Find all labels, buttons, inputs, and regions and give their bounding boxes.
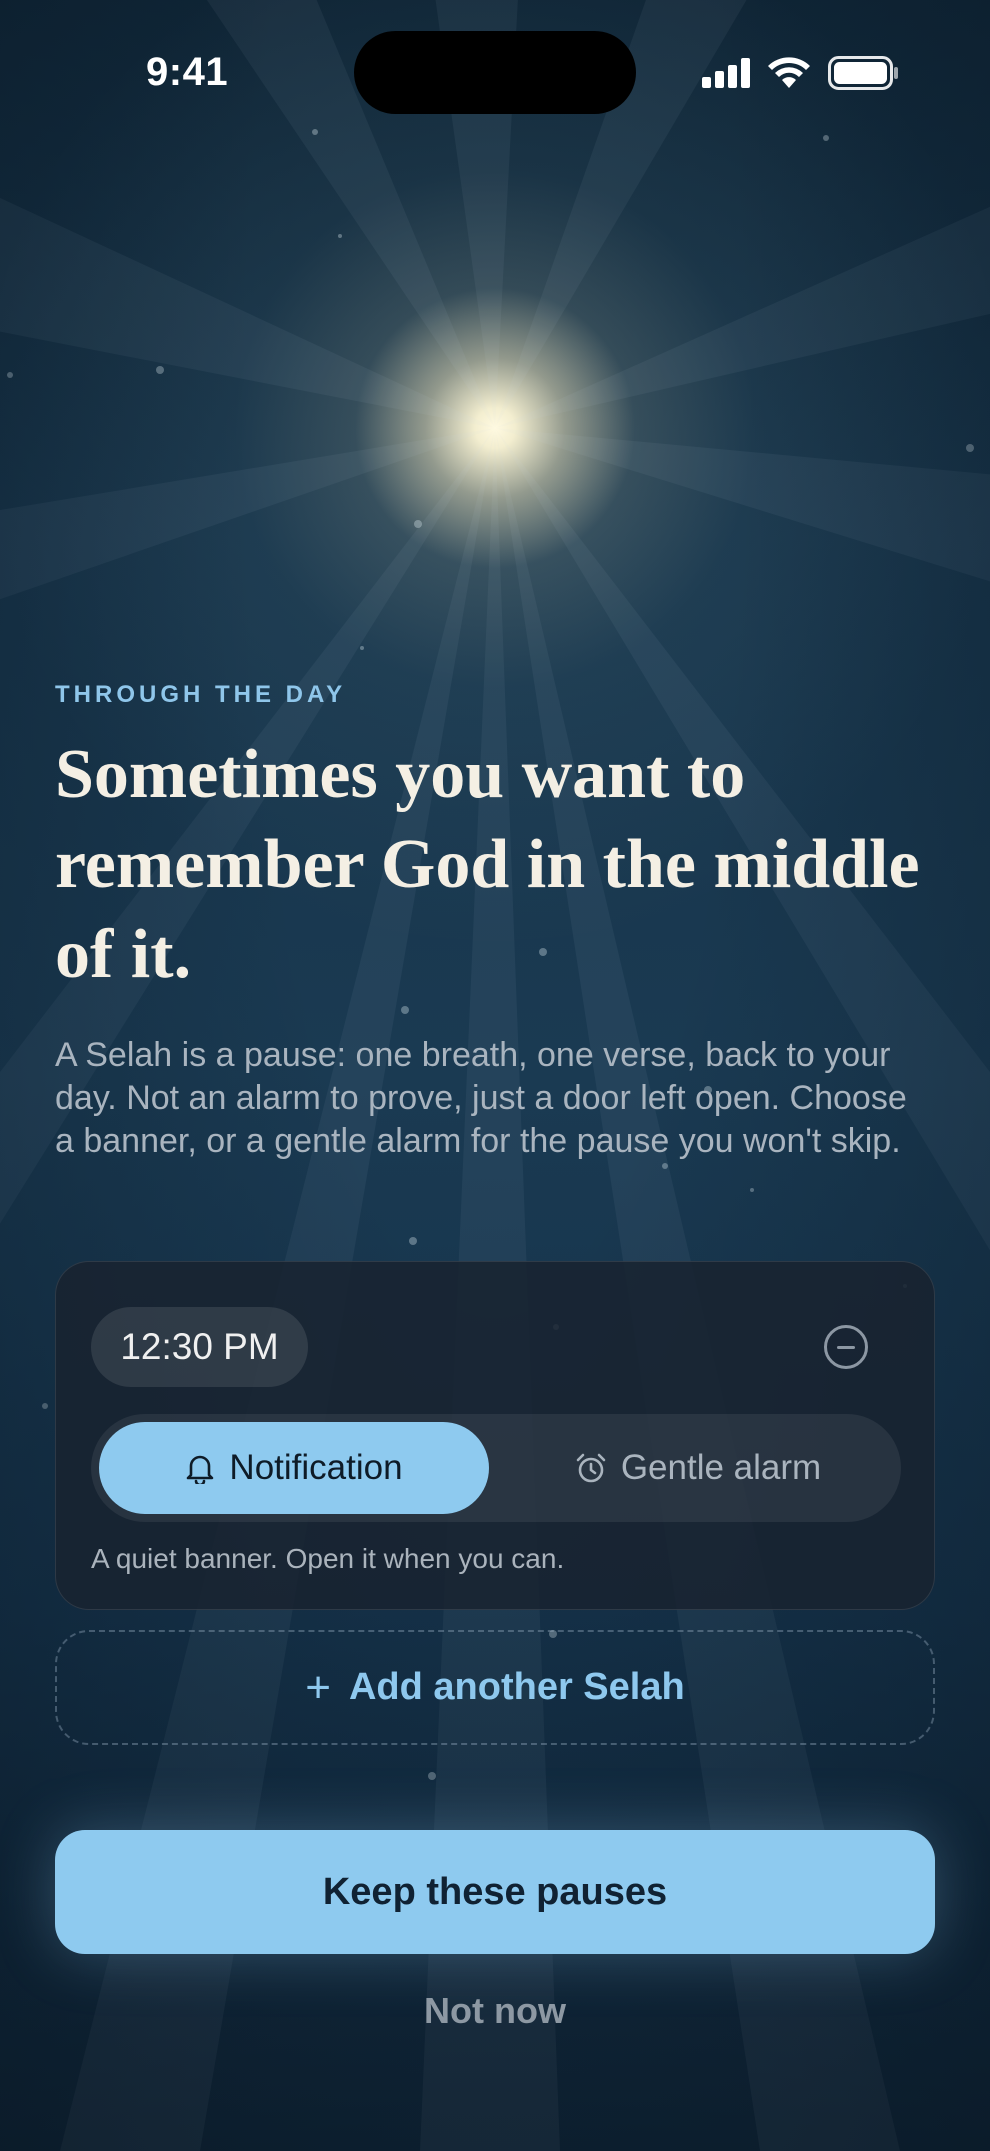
- page-title: Sometimes you want to remember God in th…: [55, 736, 920, 993]
- time-picker-button[interactable]: 12:30 PM: [91, 1307, 308, 1387]
- keep-pauses-button[interactable]: Keep these pauses: [55, 1830, 935, 1954]
- battery-icon: [828, 56, 898, 90]
- status-time: 9:41: [146, 50, 229, 94]
- status-bar: 9:41: [0, 0, 990, 150]
- mode-notification-label: Notification: [229, 1448, 403, 1487]
- description-text: A Selah is a pause: one breath, one vers…: [55, 1036, 907, 1160]
- cellular-signal-icon: [702, 58, 750, 88]
- selah-card: 12:30 PM Notification Gentle alarm A qui…: [55, 1261, 935, 1610]
- wifi-icon: [768, 57, 810, 88]
- section-eyebrow: THROUGH THE DAY: [55, 681, 347, 708]
- mode-gentle-alarm-label: Gentle alarm: [620, 1448, 822, 1487]
- minus-circle-icon[interactable]: [824, 1325, 868, 1369]
- mode-description: A quiet banner. Open it when you can.: [91, 1543, 565, 1574]
- not-now-button[interactable]: Not now: [0, 1990, 990, 2032]
- mode-gentle-alarm-button[interactable]: Gentle alarm: [503, 1422, 893, 1514]
- bell-icon: [187, 1455, 214, 1484]
- delivery-mode-selector: Notification Gentle alarm: [91, 1414, 901, 1522]
- plus-icon: +: [305, 1662, 331, 1712]
- add-selah-button[interactable]: + Add another Selah: [55, 1630, 935, 1745]
- dynamic-island: [354, 31, 636, 114]
- add-selah-label: Add another Selah: [348, 1666, 685, 1708]
- mode-notification-button[interactable]: Notification: [99, 1422, 489, 1514]
- alarm-clock-icon: [576, 1453, 606, 1483]
